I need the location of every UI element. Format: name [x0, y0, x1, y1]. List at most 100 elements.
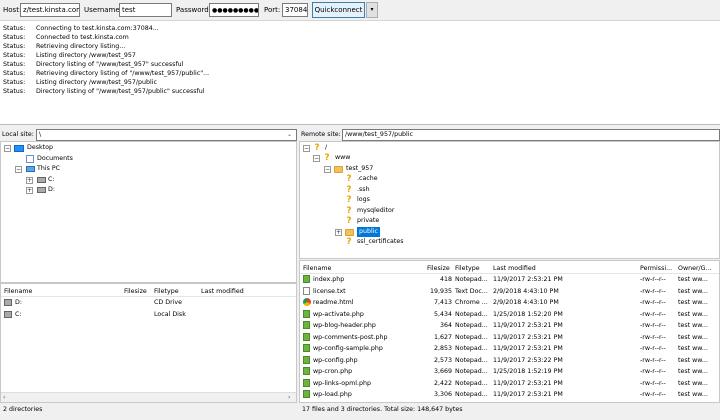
table-row[interactable]: wp-config.php 2,573 Notepad... 11/9/2017 2:…: [300, 355, 719, 366]
cd-drive-icon: [37, 187, 46, 193]
tree-item-documents[interactable]: Documents: [26, 154, 106, 164]
cell-filetype: Chrome ...: [455, 299, 488, 306]
username-input[interactable]: test: [119, 3, 172, 17]
column-last-modified[interactable]: Last modified: [493, 263, 536, 274]
local-file-list[interactable]: Filename Filesize Filetype Last modified…: [0, 283, 297, 403]
cell-filename: index.php: [313, 276, 345, 283]
log-type: Status:: [3, 70, 26, 77]
local-horizontal-scrollbar[interactable]: ‹ ›: [1, 392, 296, 402]
quickconnect-bar: Host: z/test.kinsta.com Username: test P…: [0, 0, 720, 21]
table-row[interactable]: index.php 418 Notepad... 11/9/2017 2:53:21 …: [300, 274, 719, 285]
local-tree[interactable]: − Desktop Documents − This PC + C: + D:: [0, 141, 297, 283]
tree-item-private[interactable]: ? private: [335, 216, 425, 226]
tree-item-test-957[interactable]: − test_957: [324, 164, 384, 174]
table-row[interactable]: wp-blog-header.php 364 Notepad... 11/9/2017…: [300, 320, 719, 331]
host-input[interactable]: z/test.kinsta.com: [20, 3, 80, 17]
remote-site-label: Remote site:: [301, 131, 341, 138]
drive-icon: [37, 177, 46, 183]
column-filename[interactable]: Filename: [4, 286, 32, 297]
table-row[interactable]: wp-links-opml.php 2,422 Notepad... 11/9/201…: [300, 378, 719, 389]
remote-site-path[interactable]: /www/test_957/public: [342, 129, 720, 141]
log-message: Directory listing of "/www/test_957" suc…: [36, 61, 184, 68]
tree-item-public[interactable]: + public: [335, 226, 425, 237]
message-log[interactable]: Status: Connecting to test.kinsta.com:370…: [0, 21, 720, 125]
cell-last-modified: 11/9/2017 2:53:22 PM: [493, 356, 563, 364]
tree-item-logs[interactable]: ? logs: [335, 195, 425, 205]
remote-tree[interactable]: − ? / − ? www − test_957 ? .cache? .ssh? lo…: [299, 141, 720, 259]
log-row: Status: Retrieving directory listing of "…: [0, 69, 720, 78]
table-row[interactable]: wp-config-sample.php 2,853 Notepad... 11/9/…: [300, 343, 719, 354]
local-status: 2 directories: [0, 403, 297, 417]
tree-item-this-pc[interactable]: − This PC: [15, 164, 95, 174]
column-permissions[interactable]: Permissi...: [640, 263, 672, 274]
column-filesize[interactable]: Filesize: [124, 286, 147, 297]
log-message: Connected to test.kinsta.com: [36, 34, 129, 41]
scroll-left-icon[interactable]: ‹: [3, 393, 5, 402]
tree-item-ssl-certificates[interactable]: ? ssl_certificates: [335, 237, 425, 247]
computer-icon: [26, 166, 35, 172]
cell-filetype: Notepad...: [455, 345, 488, 352]
table-row[interactable]: C: Local Disk: [1, 309, 296, 320]
tree-item-d-drive[interactable]: + D:: [26, 185, 86, 195]
cell-filetype: Local Disk: [154, 311, 186, 318]
tree-item-ssh[interactable]: ? .ssh: [335, 185, 425, 195]
log-message: Retrieving directory listing of "/www/te…: [36, 70, 210, 77]
php-file-icon: [303, 367, 310, 375]
host-label: Host:: [3, 6, 22, 14]
password-input[interactable]: ●●●●●●●●●●●: [209, 3, 259, 17]
cell-owner-group: test ww...: [678, 310, 708, 318]
password-label: Password:: [176, 6, 212, 14]
cell-filesize: 7,413: [433, 299, 452, 306]
remote-file-list[interactable]: Filename Filesize Filetype Last modified…: [299, 260, 720, 403]
log-row: Status: Directory listing of "/www/test_9…: [0, 60, 720, 69]
table-row[interactable]: D: CD Drive: [1, 297, 296, 308]
column-filetype[interactable]: Filetype: [154, 286, 179, 297]
cell-last-modified: 1/25/2018 1:52:19 PM: [493, 368, 563, 375]
cell-filename: wp-blog-header.php: [313, 322, 376, 329]
table-row[interactable]: readme.html 7,413 Chrome ... 2/9/2018 4:43:…: [300, 297, 719, 308]
cell-owner-group: test ww...: [678, 333, 708, 341]
cell-filesize: 2,853: [433, 345, 452, 352]
cell-last-modified: 11/9/2017 2:53:21 PM: [493, 345, 563, 352]
cell-last-modified: 11/9/2017 2:53:21 PM: [493, 391, 563, 398]
remote-list-header: Filename Filesize Filetype Last modified…: [300, 263, 719, 274]
cell-filename: wp-config.php: [313, 356, 358, 364]
cell-filetype: Notepad...: [455, 310, 488, 318]
table-row[interactable]: wp-comments-post.php 1,627 Notepad... 11/9/…: [300, 332, 719, 343]
cell-filesize: 364: [439, 322, 452, 329]
local-site-dropdown-icon[interactable]: ⌄: [287, 131, 292, 138]
table-row[interactable]: license.txt 19,935 Text Doc... 2/9/2018 4:4…: [300, 286, 719, 297]
tree-item-desktop[interactable]: − Desktop: [4, 143, 94, 153]
cell-owner-group: test ww...: [678, 345, 708, 352]
port-input[interactable]: 37084: [282, 3, 308, 17]
tree-item-www[interactable]: − ? www: [313, 153, 363, 163]
quickconnect-dropdown-icon[interactable]: ▾: [366, 2, 378, 18]
tree-item-cache[interactable]: ? .cache: [335, 174, 425, 184]
tree-item-c-drive[interactable]: + C:: [26, 175, 86, 185]
cell-filesize: 2,422: [433, 379, 452, 387]
cell-filetype: Notepad...: [455, 379, 488, 387]
tree-item-mysqleditor[interactable]: ? mysqleditor: [335, 206, 425, 216]
table-row[interactable]: wp-cron.php 3,669 Notepad... 1/25/2018 1:52…: [300, 366, 719, 377]
column-filename[interactable]: Filename: [303, 263, 331, 274]
remote-status: 17 files and 3 directories. Total size: …: [299, 403, 720, 417]
table-row[interactable]: wp-load.php 3,306 Notepad... 11/9/2017 2:53…: [300, 389, 719, 400]
local-site-path[interactable]: \: [36, 129, 297, 141]
cell-permissions: -rw-r--r--: [640, 368, 666, 375]
quickconnect-button[interactable]: Quickconnect: [312, 2, 365, 18]
unknown-folder-icon: ?: [324, 153, 330, 163]
unknown-folder-icon: ?: [314, 143, 320, 153]
cell-filesize: 418: [439, 276, 452, 283]
scroll-right-icon[interactable]: ›: [288, 393, 290, 402]
tree-item-root[interactable]: − ? /: [303, 143, 343, 153]
cell-filename: wp-comments-post.php: [313, 333, 388, 341]
remote-site-bar: Remote site: /www/test_957/public: [299, 129, 720, 141]
column-owner-group[interactable]: Owner/G...: [678, 263, 712, 274]
column-last-modified[interactable]: Last modified: [201, 286, 244, 297]
table-row[interactable]: wp-activate.php 5,434 Notepad... 1/25/2018 …: [300, 309, 719, 320]
cell-permissions: -rw-r--r--: [640, 345, 666, 352]
column-filesize[interactable]: Filesize: [427, 263, 450, 274]
column-filetype[interactable]: Filetype: [455, 263, 480, 274]
log-type: Status:: [3, 25, 26, 32]
port-label: Port:: [264, 6, 281, 14]
